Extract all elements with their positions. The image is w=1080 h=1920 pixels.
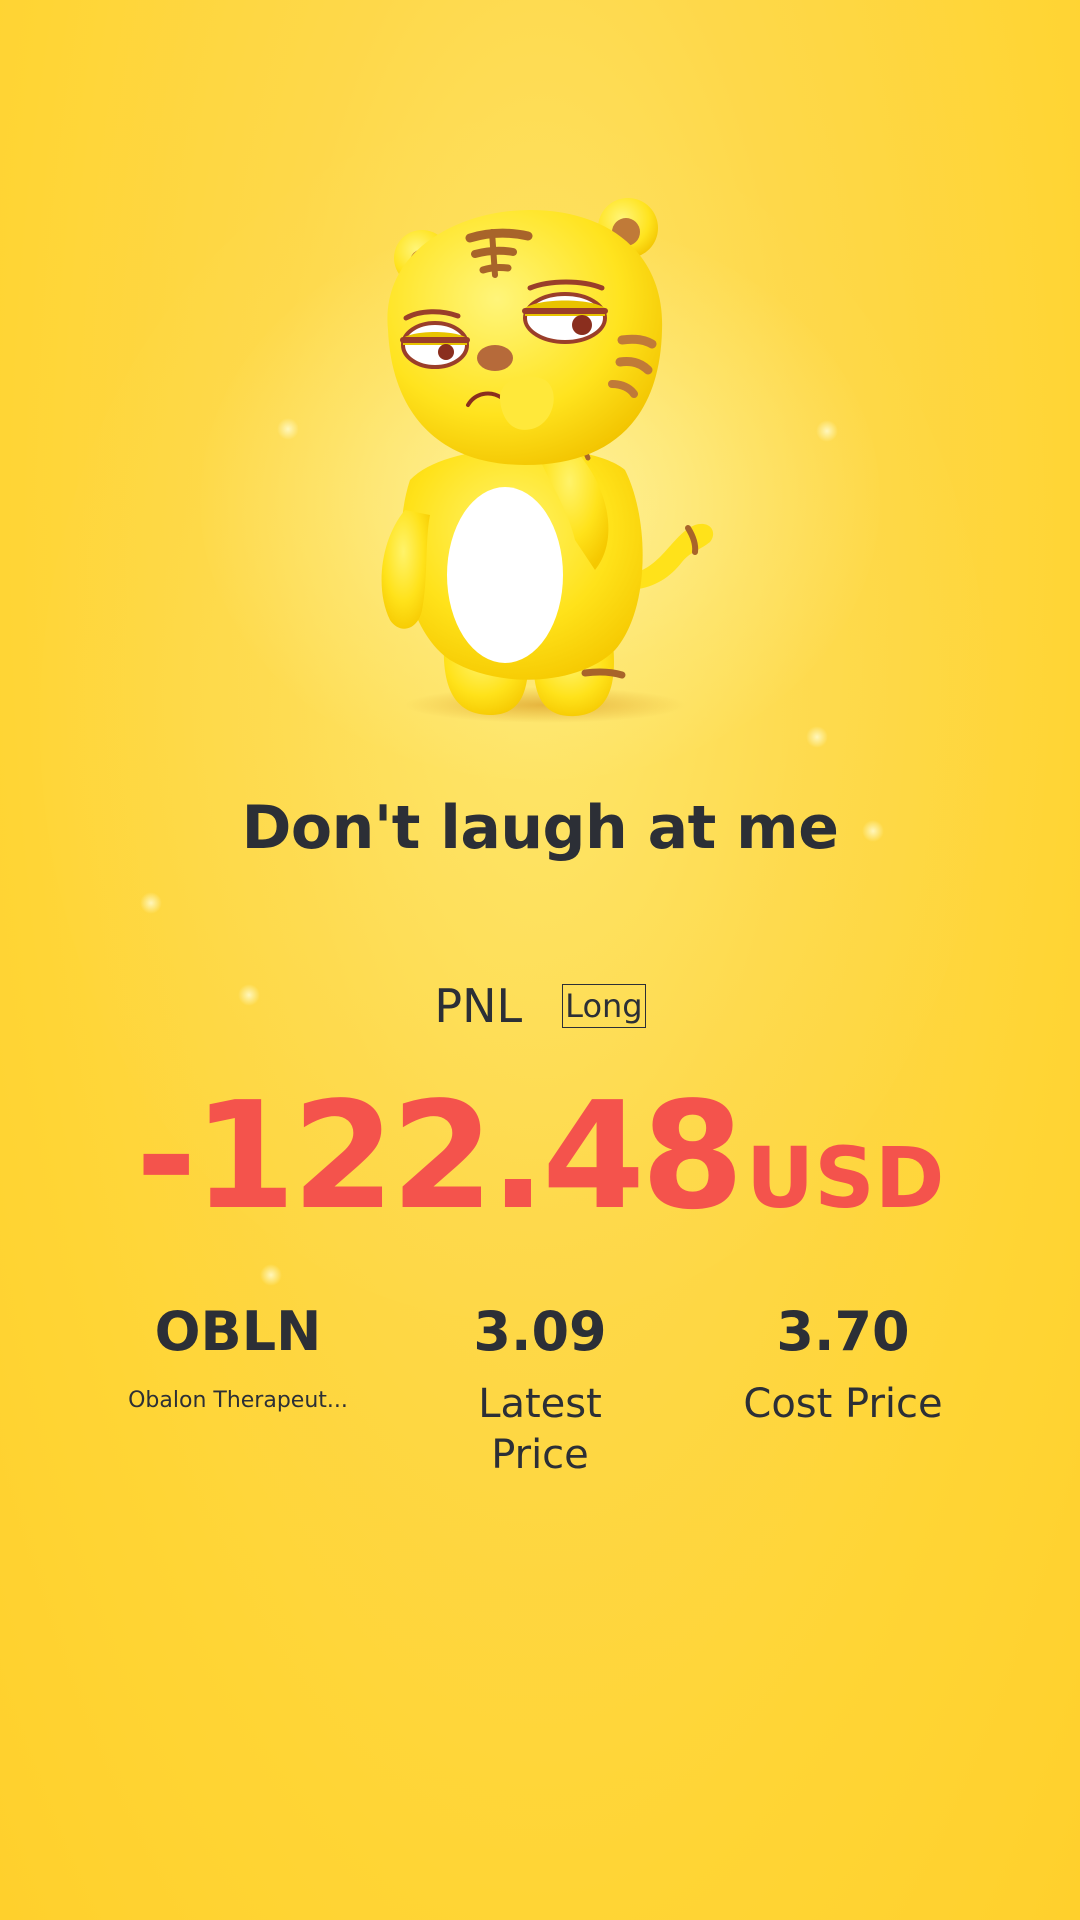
stat-latest-price: 3.09 Latest Price bbox=[390, 1305, 690, 1481]
cost-price-label: Cost Price bbox=[743, 1381, 943, 1427]
cost-price-value: 3.70 bbox=[776, 1300, 910, 1363]
stat-symbol: OBLN Obalon Therapeut... bbox=[88, 1305, 388, 1415]
sparkle bbox=[140, 892, 162, 914]
tiger-mascot-icon bbox=[350, 180, 750, 740]
company-name: Obalon Therapeut... bbox=[128, 1388, 348, 1413]
pnl-value: -122.48 bbox=[135, 1070, 745, 1242]
pnl-header: PNL Long bbox=[0, 983, 1080, 1029]
stat-cost-price: 3.70 Cost Price bbox=[693, 1305, 993, 1430]
sparkle bbox=[806, 726, 828, 748]
pnl-label: PNL bbox=[434, 979, 523, 1033]
stock-symbol: OBLN bbox=[154, 1300, 322, 1363]
pnl-currency: USD bbox=[746, 1129, 945, 1227]
pnl-amount: -122.48 USD bbox=[0, 1082, 1080, 1230]
sparkle bbox=[277, 418, 299, 440]
latest-price-value: 3.09 bbox=[473, 1300, 607, 1363]
position-side-badge: Long bbox=[562, 983, 646, 1029]
headline: Don't laugh at me bbox=[241, 793, 839, 863]
latest-price-label: Latest Price bbox=[478, 1381, 602, 1478]
sparkle bbox=[816, 420, 838, 442]
sparkle bbox=[260, 1264, 282, 1286]
